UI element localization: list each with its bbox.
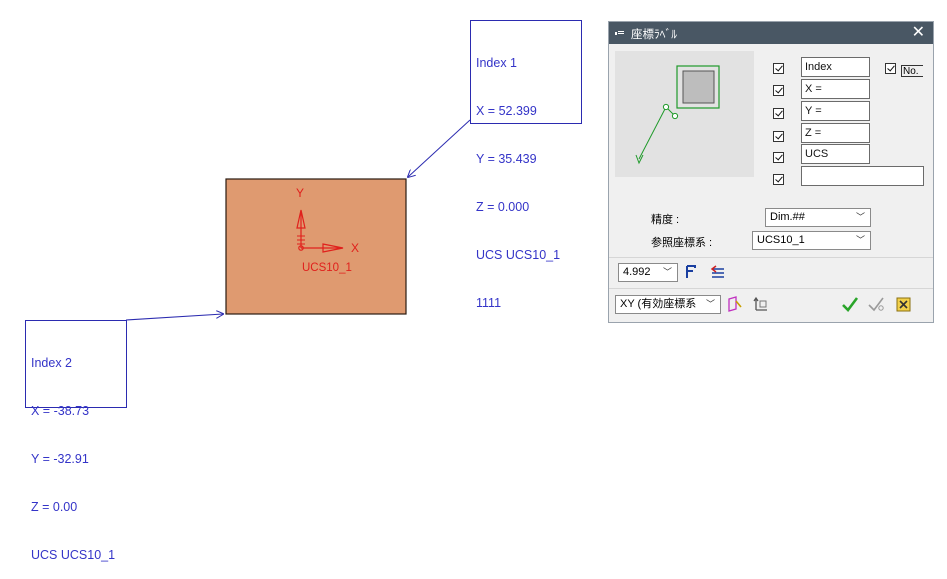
plane-select[interactable]: XY (有効座標系 ﹀ — [615, 295, 721, 314]
divider — [609, 257, 933, 258]
ok-check-icon[interactable] — [841, 296, 859, 312]
checkbox-x[interactable] — [773, 85, 784, 96]
chevron-down-icon: ﹀ — [662, 267, 672, 277]
checkbox-ucs[interactable] — [773, 152, 784, 163]
drawn-rectangle[interactable] — [225, 178, 407, 315]
precision-value: Dim.## — [770, 211, 805, 223]
divider — [609, 288, 933, 289]
field-x[interactable]: X = — [801, 79, 870, 99]
label-line: X = 52.399 — [476, 104, 537, 118]
label-line: UCS UCS10_1 — [31, 548, 116, 562]
field-ucs[interactable]: UCS — [801, 144, 870, 164]
apply-icon[interactable] — [867, 296, 885, 312]
precision-select[interactable]: Dim.## ﹀ — [765, 208, 871, 227]
chevron-down-icon: ﹀ — [855, 235, 865, 245]
app-icon — [615, 31, 624, 35]
coordinate-system-icon[interactable] — [753, 296, 769, 312]
label-line: Index 1 — [476, 56, 518, 70]
ucs-x-label: X — [351, 241, 359, 255]
chevron-down-icon: ﹀ — [705, 299, 715, 309]
label-line: 1111 — [476, 296, 502, 310]
size-select[interactable]: 4.992 ﹀ — [618, 263, 678, 282]
checkbox-extra[interactable] — [773, 174, 784, 185]
ref-coord-select[interactable]: UCS10_1 ﹀ — [752, 231, 871, 250]
coordinate-label-index2[interactable]: Index 2 X = -38.73 Y = -32.91 Z = 0.00 U… — [25, 320, 127, 562]
ref-coord-label: 参照座標系 : — [651, 237, 713, 249]
checkbox-no[interactable] — [885, 63, 896, 74]
leader-line-index1 — [408, 119, 471, 177]
label-line: Y = -32.91 — [31, 452, 89, 466]
dialog-titlebar[interactable]: 座標ﾗﾍﾞﾙ ✕ — [609, 22, 933, 44]
close-icon[interactable]: ✕ — [912, 23, 925, 43]
no-label: No. — [901, 65, 923, 77]
size-value: 4.992 — [623, 266, 651, 278]
coordinate-label-dialog: 座標ﾗﾍﾞﾙ ✕ Index X = Y = Z = UCS No. 精度 : … — [608, 21, 934, 323]
field-index[interactable]: Index — [801, 57, 870, 77]
cancel-icon[interactable] — [895, 296, 913, 312]
dialog-title: 座標ﾗﾍﾞﾙ — [631, 29, 677, 41]
label-line: Index 2 — [31, 356, 73, 370]
precision-label: 精度 : — [651, 214, 680, 226]
chevron-down-icon: ﹀ — [855, 212, 865, 222]
field-z[interactable]: Z = — [801, 123, 870, 143]
label-line: UCS UCS10_1 — [476, 248, 561, 262]
ucs-y-label: Y — [296, 186, 304, 200]
label-line: Z = 0.00 — [31, 500, 78, 514]
plane-value: XY (有効座標系 — [620, 298, 697, 310]
plane-pick-icon[interactable] — [727, 296, 743, 312]
label-line: Z = 0.000 — [476, 200, 530, 214]
checkbox-index[interactable] — [773, 63, 784, 74]
ucs-name-label: UCS10_1 — [302, 262, 352, 274]
label-line: Y = 35.439 — [476, 152, 537, 166]
field-extra[interactable] — [801, 166, 924, 186]
leader-line-index2 — [125, 314, 223, 321]
coordinate-label-index1[interactable]: Index 1 X = 52.399 Y = 35.439 Z = 0.000 … — [470, 20, 582, 310]
text-direction-icon[interactable] — [709, 265, 727, 279]
font-icon[interactable] — [685, 265, 697, 279]
checkbox-y[interactable] — [773, 108, 784, 119]
checkbox-z[interactable] — [773, 131, 784, 142]
ref-coord-value: UCS10_1 — [757, 234, 805, 246]
field-y[interactable]: Y = — [801, 101, 870, 121]
preview-pane — [615, 51, 754, 177]
